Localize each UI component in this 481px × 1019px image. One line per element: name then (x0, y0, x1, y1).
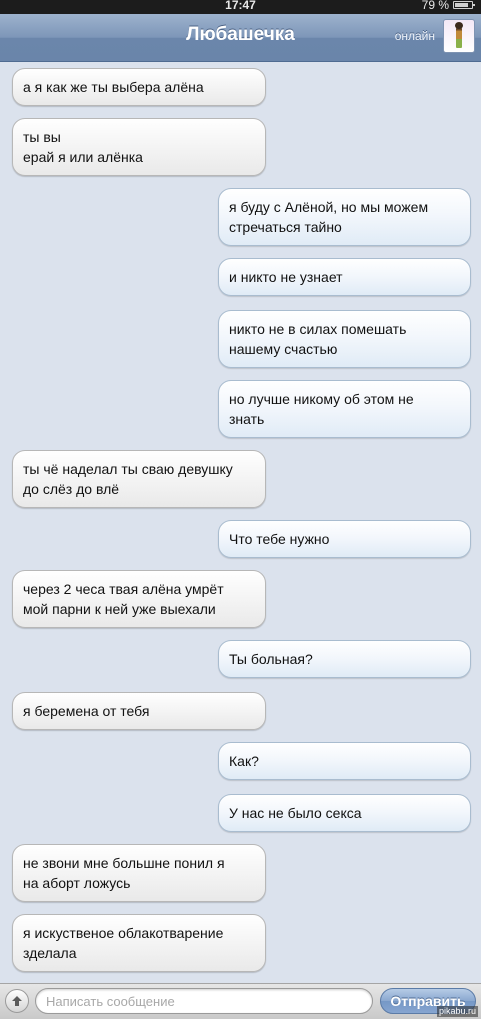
battery-icon (453, 1, 475, 9)
message-line: и никто не узнает (229, 269, 343, 285)
message-bubble-outgoing: но лучше никому об этом не знать (218, 380, 471, 438)
message-bubble-incoming: а я как же ты выбера алёна (12, 68, 266, 106)
message-line: до слёз до влё (23, 481, 120, 497)
message-line: но лучше никому об этом не (229, 391, 414, 407)
message-bubble-outgoing: и никто не узнает (218, 258, 471, 296)
message-line: я искуственое облакотварение (23, 925, 224, 941)
status-bar: 17:47 79 % (0, 0, 481, 14)
message-line: на аборт ложусь (23, 875, 131, 891)
battery-percent: 79 % (421, 0, 449, 12)
avatar-head-icon (455, 22, 463, 29)
message-bubble-incoming: через 2 чеса твая алёна умрёт мой парни … (12, 570, 266, 628)
avatar-figure-icon (456, 26, 462, 48)
message-bubble-incoming: я искуственое облакотварение зделала (12, 914, 266, 972)
message-bubble-outgoing: У нас не было секса (218, 794, 471, 832)
avatar[interactable] (443, 19, 475, 53)
watermark: pikabu.ru (436, 1006, 478, 1017)
message-bubble-outgoing: Что тебе нужно (218, 520, 471, 558)
message-line: знать (229, 411, 265, 427)
message-bubble-outgoing: никто не в силах помешать нашему счастью (218, 310, 471, 368)
message-input[interactable] (35, 988, 373, 1014)
message-line: Как? (229, 753, 259, 769)
message-line: Ты больная? (229, 651, 313, 667)
message-line: стречаться тайно (229, 219, 342, 235)
message-line: ты чё наделал ты сваю девушку (23, 461, 233, 477)
message-line: ты вы (23, 129, 61, 145)
status-time: 17:47 (225, 0, 256, 12)
message-line: я буду с Алёной, но мы можем (229, 199, 429, 215)
message-line: я беремена от тебя (23, 703, 150, 719)
message-line: не звони мне большне понил я (23, 855, 225, 871)
message-list[interactable]: а я как же ты выбера алёна ты вы ерай я … (0, 62, 481, 983)
message-line: мой парни к ней уже выехали (23, 601, 216, 617)
message-line: У нас не было секса (229, 805, 362, 821)
online-status: онлайн (394, 29, 435, 43)
attach-button[interactable] (5, 989, 29, 1013)
message-bubble-incoming: я беремена от тебя (12, 692, 266, 730)
message-line: нашему счастью (229, 341, 338, 357)
message-line: ерай я или алёнка (23, 149, 143, 165)
message-line: Что тебе нужно (229, 531, 330, 547)
message-bubble-outgoing: Как? (218, 742, 471, 780)
message-line: зделала (23, 945, 77, 961)
message-line: через 2 чеса твая алёна умрёт (23, 581, 224, 597)
message-bubble-outgoing: я буду с Алёной, но мы можем стречаться … (218, 188, 471, 246)
status-battery: 79 % (421, 0, 475, 12)
message-bubble-outgoing: Ты больная? (218, 640, 471, 678)
message-bubble-incoming: не звони мне большне понил я на аборт ло… (12, 844, 266, 902)
upload-arrow-icon (12, 996, 22, 1006)
compose-bar: Отправить pikabu.ru (0, 983, 481, 1019)
message-line: а я как же ты выбера алёна (23, 79, 204, 95)
message-line: никто не в силах помешать (229, 321, 407, 337)
chat-header: Любашечка онлайн (0, 14, 481, 62)
message-bubble-incoming: ты вы ерай я или алёнка (12, 118, 266, 176)
message-bubble-incoming: ты чё наделал ты сваю девушку до слёз до… (12, 450, 266, 508)
